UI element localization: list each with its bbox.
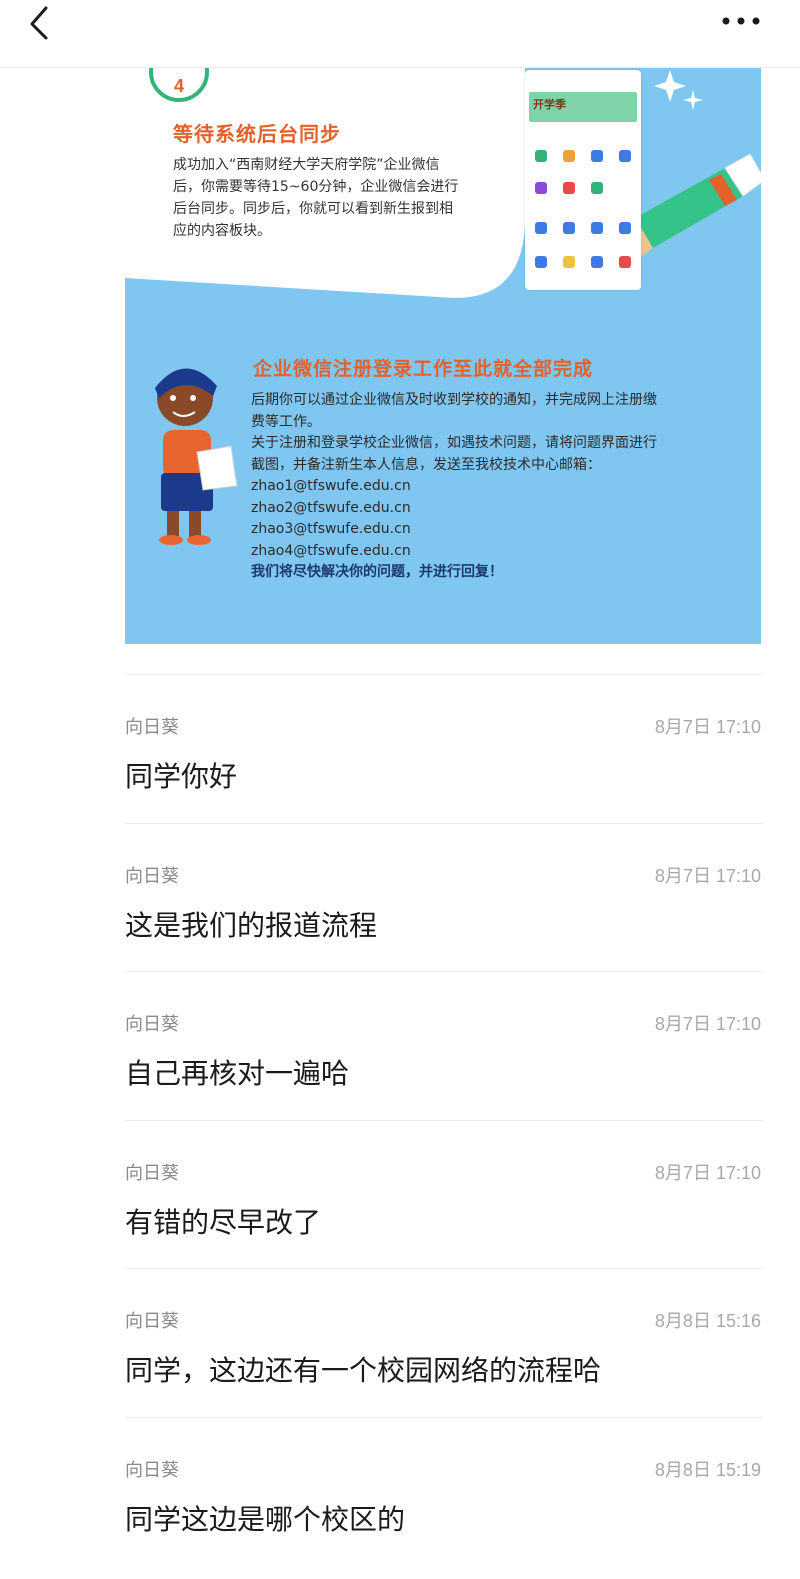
completion-line: 费等工作。 — [251, 413, 321, 430]
phone-screenshot: 开学季 — [525, 70, 641, 290]
step-desc-line: 后，你需要等待15~60分钟，企业微信会进行 — [173, 179, 459, 195]
message-time: 8月7日 17:10 — [654, 865, 761, 886]
message-item[interactable]: 向日葵 8月7日 17:10 有错的尽早改了 — [125, 1119, 763, 1269]
app-icon — [591, 182, 603, 194]
app-icon — [535, 256, 547, 268]
message-text: 同学这边是哪个校区的 — [125, 1502, 406, 1536]
email-address: zhao2@tfswufe.edu.cn — [251, 499, 411, 516]
app-icon — [591, 222, 603, 234]
back-button[interactable] — [22, 4, 62, 44]
app-icon — [535, 182, 547, 194]
completion-title: 企业微信注册登录工作至此就全部完成 — [253, 358, 594, 380]
message-text: 有错的尽早改了 — [125, 1205, 322, 1239]
app-icon — [619, 222, 631, 234]
sparkle-icon — [654, 70, 703, 110]
app-icon — [591, 256, 603, 268]
step-desc-line: 应的内容板块。 — [173, 223, 271, 239]
app-icon — [563, 222, 575, 234]
top-bar — [0, 0, 800, 68]
boy-illustration — [155, 368, 238, 545]
email-address: zhao3@tfswufe.edu.cn — [251, 521, 411, 537]
message-text: 这是我们的报道流程 — [125, 908, 378, 942]
chevron-left-icon — [30, 6, 48, 40]
app-icon — [619, 150, 631, 162]
app-icon — [563, 150, 575, 162]
pencil-illustration — [625, 153, 761, 268]
step-badge: 4 — [149, 68, 209, 102]
more-dots-icon — [722, 17, 760, 25]
message-time: 8月7日 17:10 — [654, 1162, 761, 1183]
registration-guide-image[interactable]: 4 等待系统后台同步 成功加入“西南财经大学天府学院”企业微信 后，你需要等待1… — [125, 68, 761, 644]
email-address: zhao1@tfswufe.edu.cn — [251, 478, 411, 494]
message-sender: 向日葵 — [125, 1014, 179, 1036]
message-sender: 向日葵 — [125, 1459, 179, 1481]
app-icon — [563, 256, 575, 268]
completion-line: 后期你可以通过企业微信及时收到学校的通知，并完成网上注册缴 — [251, 392, 657, 408]
app-icon — [591, 150, 603, 162]
step-desc-line: 后台同步。同步后，你就可以看到新生报到相 — [173, 201, 453, 217]
step-title: 等待系统后台同步 — [173, 122, 341, 146]
message-text: 同学你好 — [125, 760, 238, 793]
message-time: 8月7日 17:10 — [654, 1014, 761, 1035]
completion-line: 关于注册和登录学校企业微信，如遇技术问题，请将问题界面进行 — [251, 435, 657, 451]
message-item[interactable]: 向日葵 8月8日 15:16 同学，这边还有一个校园网络的流程哈 — [125, 1268, 763, 1417]
message-sender: 向日葵 — [125, 1162, 179, 1184]
message-list: 向日葵 8月7日 17:10 同学你好 向日葵 8月7日 17:10 这是我们的… — [125, 674, 763, 1566]
message-sender: 向日葵 — [125, 865, 179, 887]
completion-bold-line: 我们将尽快解决你的问题，并进行回复！ — [251, 564, 503, 580]
step-description: 成功加入“西南财经大学天府学院”企业微信 后，你需要等待15~60分钟，企业微信… — [173, 154, 503, 242]
message-text: 同学，这边还有一个校园网络的流程哈 — [125, 1354, 602, 1388]
message-time: 8月8日 15:19 — [654, 1459, 761, 1480]
more-button[interactable] — [716, 6, 766, 36]
message-item[interactable]: 向日葵 8月7日 17:10 同学你好 — [125, 674, 763, 823]
message-sender: 向日葵 — [125, 1311, 179, 1333]
step-number: 4 — [173, 76, 184, 96]
app-icon — [619, 256, 631, 268]
message-time: 8月7日 17:10 — [654, 717, 761, 737]
app-icon — [535, 150, 547, 162]
message-sender: 向日葵 — [125, 717, 179, 738]
completion-text: 后期你可以通过企业微信及时收到学校的通知，并完成网上注册缴 费等工作。 关于注册… — [251, 390, 741, 584]
message-item[interactable]: 向日葵 8月7日 17:10 这是我们的报道流程 — [125, 822, 763, 972]
phone-banner: 开学季 — [529, 92, 637, 122]
message-time: 8月8日 15:16 — [654, 1311, 761, 1332]
app-icon — [563, 182, 575, 194]
completion-line: 截图，并备注新生本人信息，发送至我校技术中心邮箱： — [251, 456, 601, 473]
step-desc-line: 成功加入“西南财经大学天府学院”企业微信 — [173, 157, 440, 173]
email-address: zhao4@tfswufe.edu.cn — [251, 542, 411, 559]
message-item[interactable]: 向日葵 8月7日 17:10 自己再核对一遍哈 — [125, 971, 763, 1120]
phone-banner-text: 开学季 — [533, 98, 566, 111]
message-text: 自己再核对一遍哈 — [125, 1057, 350, 1091]
app-icon — [535, 222, 547, 234]
message-item[interactable]: 向日葵 8月8日 15:19 同学这边是哪个校区的 — [125, 1416, 763, 1566]
